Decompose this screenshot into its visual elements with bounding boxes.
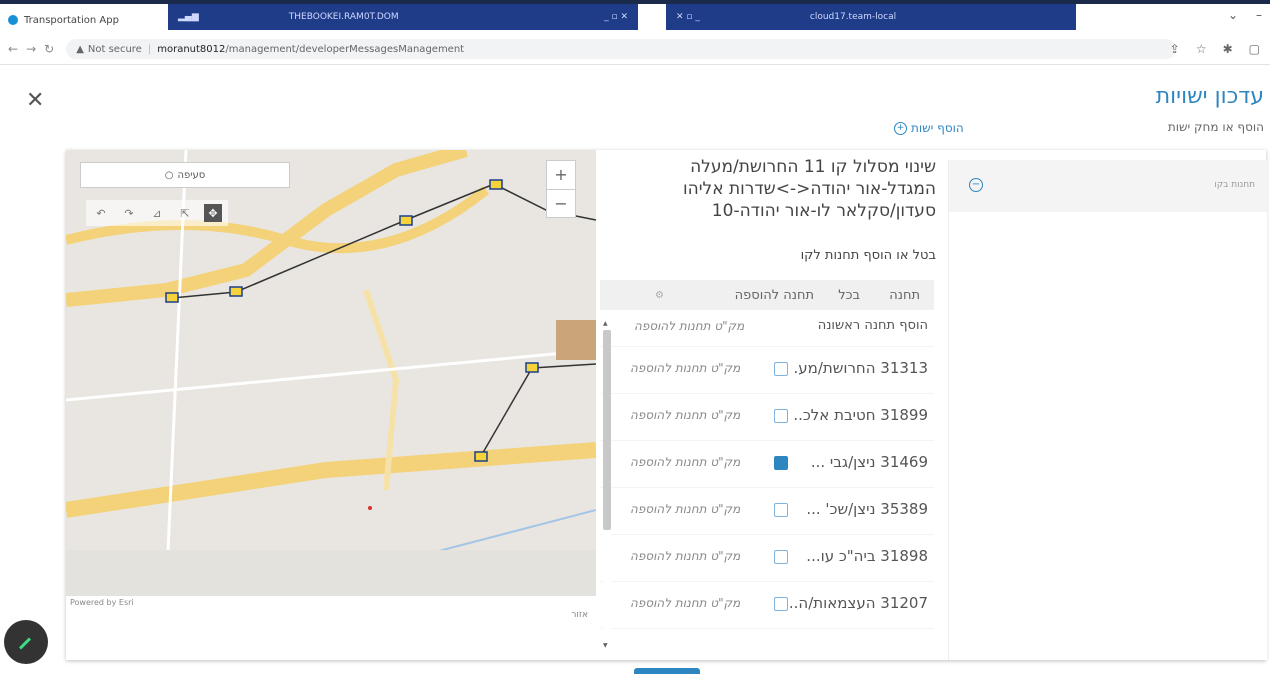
table-row: 35389 ניצן/שכ' ... מק"ט תחנות להוספה: [600, 488, 934, 535]
not-secure-label: Not secure: [87, 43, 142, 55]
settings-icon[interactable]: ⚙: [655, 290, 664, 301]
close-icon[interactable]: ✕: [26, 88, 44, 113]
url-field[interactable]: ▲ Not secure | moranut8012 /management/d…: [66, 39, 1177, 59]
station-id-input[interactable]: מק"ט תחנות להוספה: [630, 596, 740, 610]
entity-row[interactable]: תחנות בקו −: [949, 160, 1267, 212]
entities-panel: תחנות בקו −: [948, 160, 1267, 660]
station-id-input[interactable]: מק"ט תחנות להוספה: [630, 502, 740, 516]
scroll-down-icon[interactable]: ▼: [603, 642, 608, 649]
extensions-icon[interactable]: ✱: [1223, 42, 1233, 56]
minimize-icon[interactable]: –: [1256, 8, 1262, 22]
stations-table-header: תחנה בכל תחנה להוספה ⚙: [600, 280, 934, 310]
plus-circle-icon: +: [894, 121, 907, 135]
share-icon[interactable]: ⇪: [1170, 42, 1180, 56]
edit-fab-button[interactable]: [4, 620, 48, 664]
map-toolbar: ↶ ↷ ⊿ ⇱ ✥: [86, 200, 228, 226]
map-search-input[interactable]: סעיפה ○: [80, 162, 290, 188]
page-title: עדכון ישויות: [1155, 84, 1264, 109]
remove-circle-icon[interactable]: −: [969, 178, 983, 192]
map-footer: אזור: [66, 596, 596, 660]
header-cancel: בכל: [838, 287, 860, 303]
map-search-text: סעיפה: [177, 169, 206, 181]
address-bar: ← → ↻ ▲ Not secure | moranut8012 /manage…: [0, 34, 1270, 65]
address-bar-icons: ⇪ ☆ ✱ ▢: [1170, 42, 1260, 56]
remote-desktop-bar-1[interactable]: ▂▄▆ THEBOOKEI.RAM0T.DOM _ ▫ ✕: [168, 4, 638, 30]
zoom-in-icon[interactable]: +: [547, 161, 575, 190]
sidebar-icon[interactable]: ▢: [1249, 42, 1260, 56]
station-name: 35389 ניצן/שכ' ...: [806, 500, 928, 518]
zoom-control: + −: [546, 160, 576, 218]
zoom-out-icon[interactable]: −: [547, 190, 575, 218]
station-id-input[interactable]: מק"ט תחנות להוספה: [630, 549, 740, 563]
station-name: 31898 ביה"כ עו...: [806, 547, 928, 565]
station-name: 31469 ניצן/גבי ...: [810, 453, 928, 471]
browser-tab[interactable]: Transportation App: [0, 6, 168, 34]
route-subtitle: בטל או הוסף תחנות לקו: [800, 248, 936, 263]
rdp-title-1: THEBOOKEI.RAM0T.DOM: [288, 12, 399, 22]
add-entity-button[interactable]: הוסף ישות +: [894, 121, 964, 135]
rdp2-controls[interactable]: ✕ ▫ _: [676, 12, 700, 22]
table-row: 31898 ביה"כ עו... מק"ט תחנות להוספה: [600, 535, 934, 582]
stations-list: הוסף תחנה ראשונה מק"ט תחנות להוספה 31313…: [600, 312, 934, 629]
forward-arrow-icon[interactable]: →: [26, 42, 36, 56]
select-icon[interactable]: ⇱: [176, 204, 194, 222]
redo-icon[interactable]: ↷: [120, 204, 138, 222]
table-row: 31469 ניצן/גבי ... מק"ט תחנות להוספה: [600, 441, 934, 488]
cancel-checkbox[interactable]: [774, 503, 788, 517]
map-view[interactable]: סעיפה ○ ↶ ↷ ⊿ ⇱ ✥ + −: [66, 150, 596, 596]
warning-icon: ▲: [76, 43, 84, 55]
remote-desktop-bar-2[interactable]: ✕ ▫ _ cloud17.team-local: [666, 4, 1076, 30]
table-row: 31899 חטיבת אלכ.. מק"ט תחנות להוספה: [600, 394, 934, 441]
entity-row-label: תחנות בקו: [1214, 180, 1255, 190]
reload-icon[interactable]: ↻: [44, 42, 54, 56]
route-panel: שינוי מסלול קו 11 החרושת/מעלה המגדל-אור …: [600, 150, 942, 660]
scrollbar-thumb[interactable]: [603, 330, 611, 530]
url-host: moranut8012: [157, 43, 226, 55]
station-name: 31313 החרושת/מע.: [793, 359, 928, 377]
star-icon[interactable]: ☆: [1196, 42, 1207, 56]
save-button[interactable]: [634, 668, 700, 674]
stations-scrollbar[interactable]: ▲ ▼: [603, 320, 611, 650]
rdp-controls[interactable]: _ ▫ ✕: [604, 12, 628, 22]
tab-title: Transportation App: [24, 14, 119, 26]
window-controls: ⌄ –: [1228, 8, 1270, 22]
station-name: 31899 חטיבת אלכ..: [793, 406, 928, 424]
browser-tab-bar: Transportation App ▂▄▆ THEBOOKEI.RAM0T.D…: [0, 0, 1270, 34]
station-id-input[interactable]: מק"ט תחנות להוספה: [634, 319, 744, 333]
map-footer-label: אזור: [571, 610, 588, 620]
cancel-checkbox[interactable]: [774, 597, 788, 611]
cancel-checkbox[interactable]: [774, 409, 788, 423]
station-name: 31207 העצמאות/ה..: [788, 594, 928, 612]
station-id-input[interactable]: מק"ט תחנות להוספה: [630, 408, 740, 422]
header-add: תחנה להוספה: [734, 287, 814, 303]
map-attribution: Powered by Esri: [70, 598, 134, 607]
undo-icon[interactable]: ↶: [92, 204, 110, 222]
station-id-input[interactable]: מק"ט תחנות להוספה: [630, 455, 740, 469]
app-favicon-icon: [8, 15, 18, 25]
cancel-checkbox[interactable]: [774, 456, 788, 470]
cancel-checkbox[interactable]: [774, 550, 788, 564]
rdp-title-2: cloud17.team-local: [809, 12, 897, 22]
draw-rectangle-icon[interactable]: ⊿: [148, 204, 166, 222]
chevron-down-icon[interactable]: ⌄: [1228, 8, 1238, 22]
page-subtitle: הוסף או מחק ישות: [1167, 120, 1264, 134]
add-entity-label: הוסף ישות: [911, 121, 964, 135]
add-first-station-label: הוסף תחנה ראשונה: [817, 318, 928, 333]
cancel-checkbox[interactable]: [774, 362, 788, 376]
back-arrow-icon[interactable]: ←: [8, 42, 18, 56]
table-row: 31207 העצמאות/ה.. מק"ט תחנות להוספה: [600, 582, 934, 629]
table-row: 31313 החרושת/מע. מק"ט תחנות להוספה: [600, 347, 934, 394]
url-path: /management/developerMessagesManagement: [225, 43, 465, 55]
station-id-input[interactable]: מק"ט תחנות להוספה: [630, 361, 740, 375]
header-station: תחנה: [889, 287, 920, 303]
route-title: שינוי מסלול קו 11 החרושת/מעלה המגדל-אור …: [683, 157, 936, 221]
move-icon[interactable]: ✥: [204, 204, 222, 222]
search-icon: ○: [164, 169, 174, 181]
table-row-first: הוסף תחנה ראשונה מק"ט תחנות להוספה: [600, 312, 934, 347]
rdp-signal-icon: ▂▄▆: [178, 12, 199, 22]
scroll-up-icon[interactable]: ▲: [603, 320, 608, 327]
